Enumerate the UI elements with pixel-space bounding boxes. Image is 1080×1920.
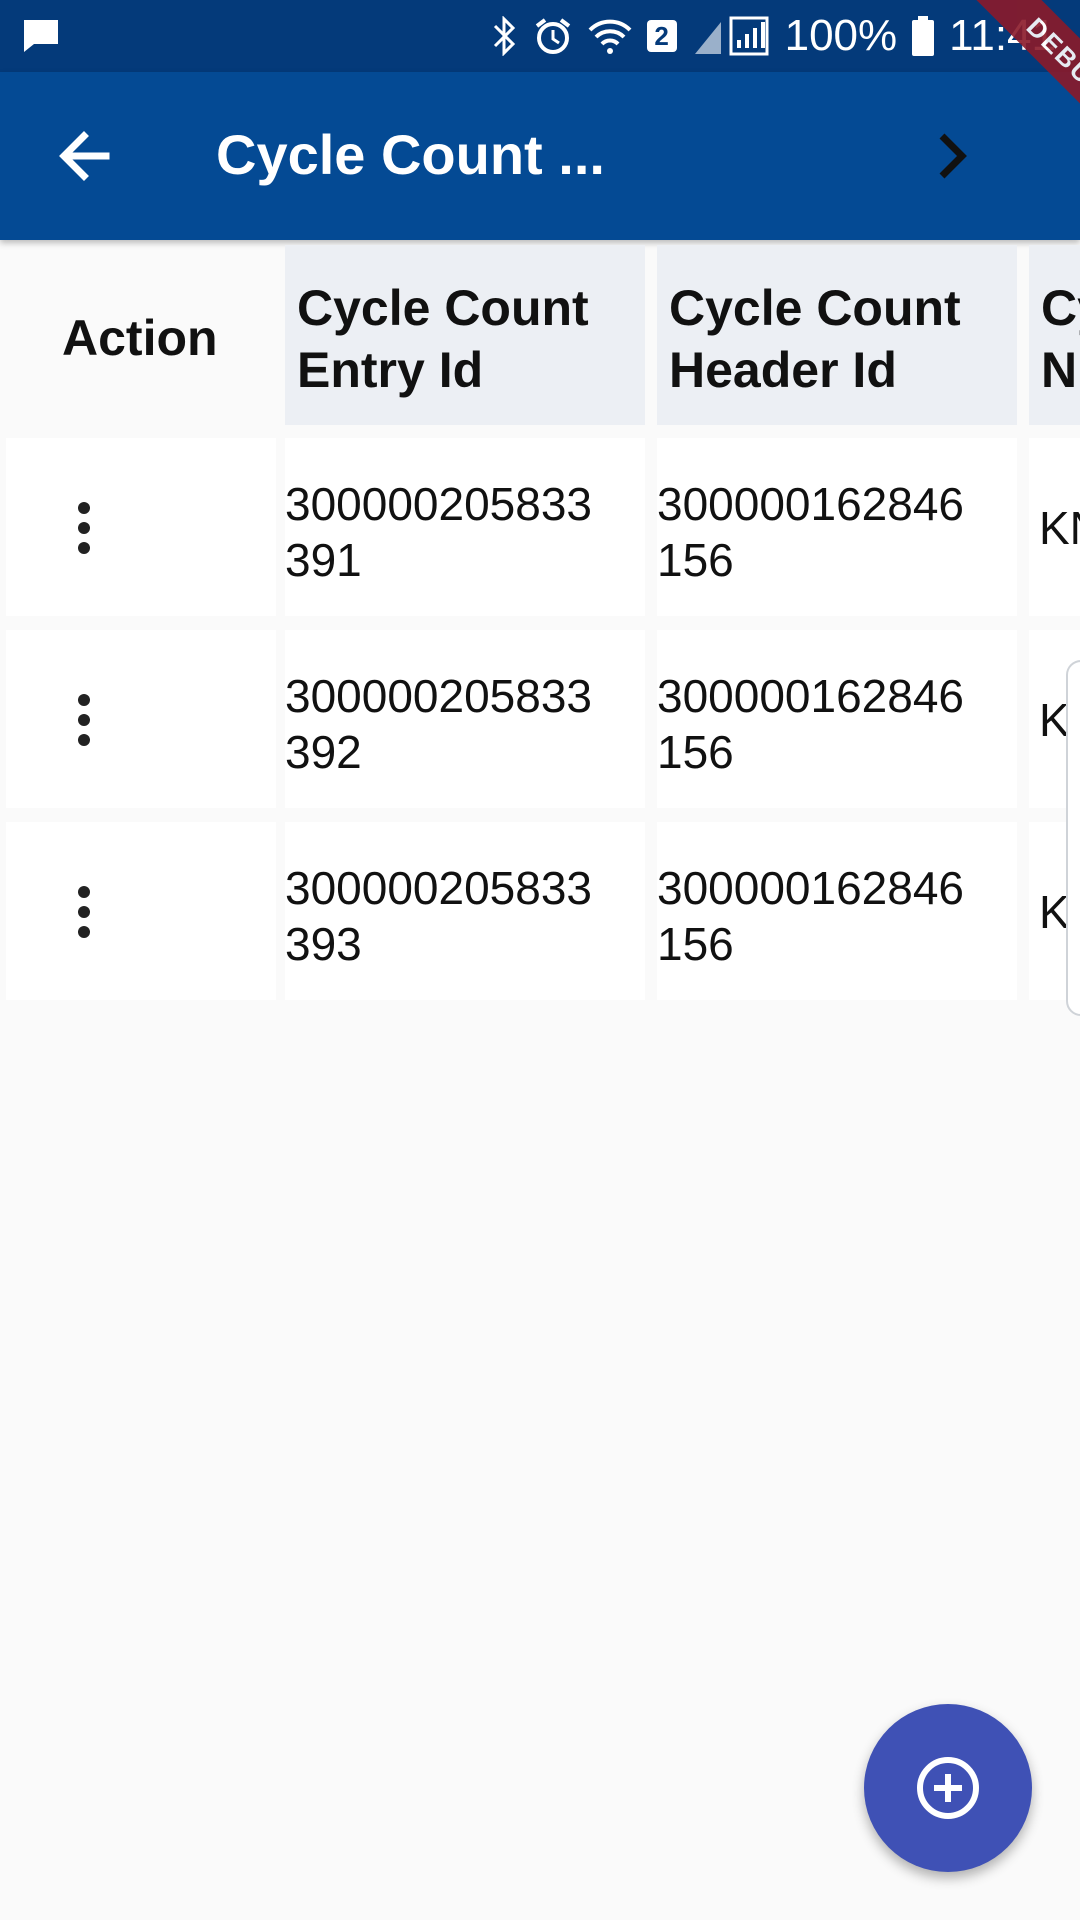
more-vert-icon[interactable] [66, 500, 102, 556]
add-circle-icon [917, 1757, 979, 1819]
bluetooth-icon [489, 16, 519, 56]
battery-percent: 100% [784, 11, 898, 60]
cell-name: KN [1029, 438, 1080, 616]
column-header-action: Action [62, 310, 218, 366]
wifi-icon [587, 16, 633, 56]
column-header-name[interactable]: Cy N [1029, 245, 1080, 425]
battery-icon [911, 16, 935, 56]
cell-entry-id: 300000205833 391 [285, 438, 645, 616]
cell-entry-id: 300000205833 393 [285, 822, 645, 1000]
cell-header-id: 300000162846 156 [657, 630, 1017, 808]
signal-icon [691, 14, 771, 58]
cell-header-id: 300000162846 156 [657, 822, 1017, 1000]
clock: 11:41 [949, 11, 1056, 60]
edge-panel-handle[interactable] [1066, 660, 1080, 1016]
data-table: Action Cycle Count Entry Id Cycle Count … [0, 240, 1080, 1010]
app-bar: Cycle Count ... [0, 72, 1080, 240]
column-header-header-id[interactable]: Cycle Count Header Id [657, 245, 1017, 425]
column-header-entry-id[interactable]: Cycle Count Entry Id [285, 245, 645, 425]
alarm-icon [533, 16, 573, 56]
message-icon [22, 18, 60, 59]
arrow-back-icon[interactable] [52, 124, 116, 188]
more-vert-icon[interactable] [66, 692, 102, 748]
add-button[interactable] [864, 1704, 1032, 1872]
page-title: Cycle Count ... [216, 123, 605, 186]
more-vert-icon[interactable] [66, 884, 102, 940]
status-bar: 2 100% 11:41 [0, 0, 1080, 72]
cell-entry-id: 300000205833 392 [285, 630, 645, 808]
cell-header-id: 300000162846 156 [657, 438, 1017, 616]
chevron-right-icon[interactable] [920, 124, 984, 188]
sim-badge: 2 [646, 20, 677, 52]
